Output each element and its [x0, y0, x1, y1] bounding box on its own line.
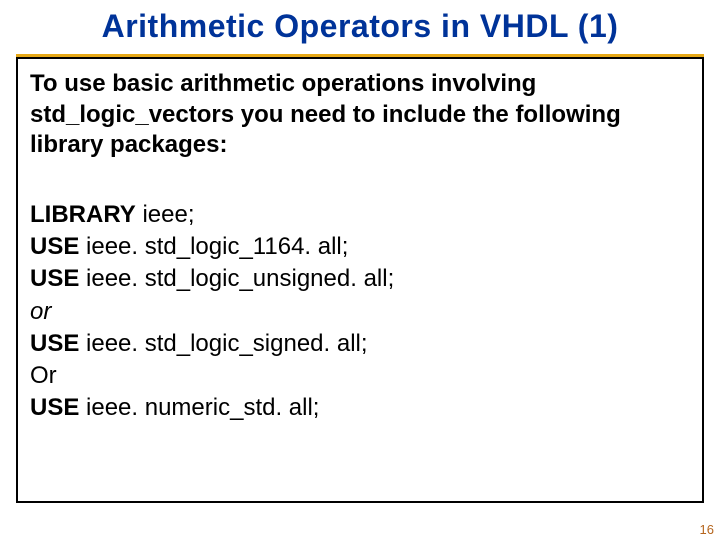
code-line-3: USE ieee. std_logic_unsigned. all;	[30, 263, 690, 295]
slide: Arithmetic Operators in VHDL (1) To use …	[0, 0, 720, 540]
code-line-1: LIBRARY ieee;	[30, 199, 690, 231]
keyword-use: USE	[30, 330, 79, 357]
page-number: 16	[700, 522, 714, 537]
code-text: ieee. std_logic_1164. all;	[79, 233, 348, 260]
content-box: To use basic arithmetic operations invol…	[16, 57, 704, 503]
keyword-use: USE	[30, 233, 79, 260]
or-text: Or	[30, 362, 57, 389]
code-block: LIBRARY ieee; USE ieee. std_logic_1164. …	[30, 199, 690, 424]
keyword-use: USE	[30, 394, 79, 421]
keyword-library: LIBRARY	[30, 201, 136, 228]
intro-paragraph: To use basic arithmetic operations invol…	[30, 69, 690, 161]
code-text: ieee;	[136, 201, 195, 228]
slide-title: Arithmetic Operators in VHDL (1)	[0, 8, 720, 45]
code-line-4: or	[30, 296, 690, 328]
code-line-6: Or	[30, 360, 690, 392]
code-line-7: USE ieee. numeric_std. all;	[30, 392, 690, 424]
code-line-2: USE ieee. std_logic_1164. all;	[30, 231, 690, 263]
keyword-use: USE	[30, 265, 79, 292]
code-text: ieee. std_logic_unsigned. all;	[79, 265, 394, 292]
or-text: or	[30, 298, 51, 325]
code-text: ieee. std_logic_signed. all;	[79, 330, 367, 357]
code-text: ieee. numeric_std. all;	[79, 394, 319, 421]
code-line-5: USE ieee. std_logic_signed. all;	[30, 328, 690, 360]
